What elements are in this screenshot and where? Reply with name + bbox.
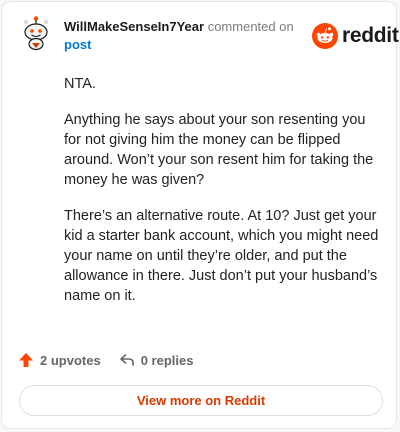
upvote-count: 2 upvotes xyxy=(40,352,101,368)
upvote-button[interactable]: 2 upvotes xyxy=(18,352,101,368)
snoo-avatar-icon xyxy=(23,16,49,51)
comment-paragraph: NTA. xyxy=(64,76,96,92)
comment-embed-card: WillMakeSenseIn7Year commented on post r… xyxy=(1,1,399,429)
reddit-brand[interactable]: reddit xyxy=(312,22,399,50)
reply-arrow-icon xyxy=(119,354,134,366)
comment-paragraph: Anything he says about your son resentin… xyxy=(64,112,374,188)
upvote-arrow-icon xyxy=(19,353,33,367)
view-more-button[interactable]: View more on Reddit xyxy=(19,385,383,416)
comment-body: NTA. Anything he says about your son res… xyxy=(64,74,382,322)
replies-button[interactable]: 0 replies xyxy=(119,352,194,368)
comment-header: WillMakeSenseIn7Year commented on post xyxy=(64,18,304,54)
avatar[interactable] xyxy=(20,15,52,51)
reddit-wordmark: reddit xyxy=(342,24,399,47)
comment-paragraph: There’s an alternative route. At 10? Jus… xyxy=(64,208,379,304)
comment-actions: 2 upvotes 0 replies xyxy=(18,350,193,370)
post-link[interactable]: post xyxy=(64,37,91,52)
commented-on-text: commented on xyxy=(207,19,294,34)
username-link[interactable]: WillMakeSenseIn7Year xyxy=(64,19,204,34)
reply-count: 0 replies xyxy=(140,352,194,368)
reddit-logo-icon xyxy=(312,23,338,49)
